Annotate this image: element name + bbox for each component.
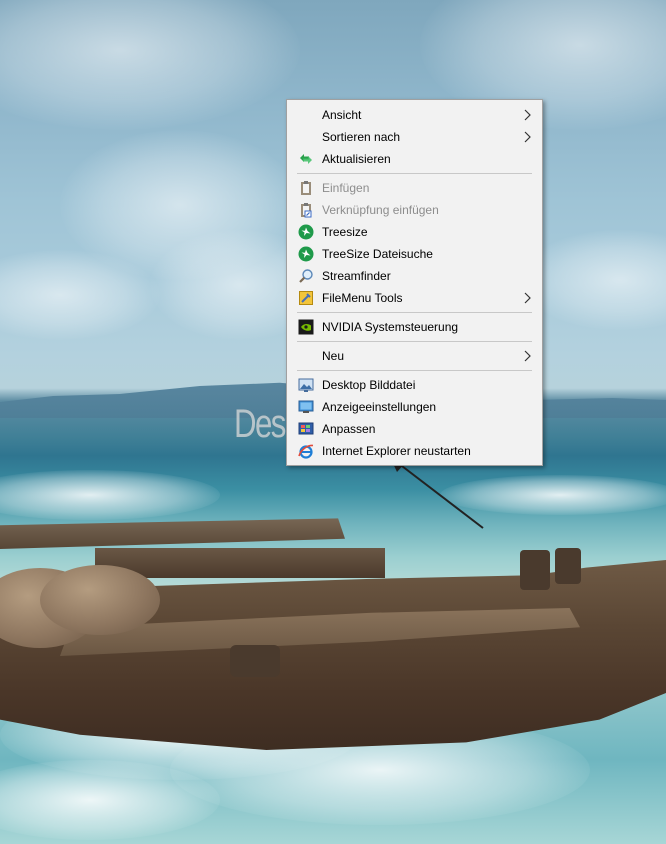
menu-item-anpassen[interactable]: Anpassen [289, 418, 540, 440]
menu-item-label: Sortieren nach [322, 130, 401, 144]
desktop-context-menu: Ansicht Sortieren nach Aktualisieren Ein… [286, 99, 543, 466]
menu-item-desktop-bilddatei[interactable]: Desktop Bilddatei [289, 374, 540, 396]
menu-item-label: Anzeigeeinstellungen [322, 400, 437, 414]
menu-separator [297, 370, 532, 371]
chevron-right-icon [524, 109, 531, 121]
personalize-icon [298, 421, 314, 437]
treesize-search-icon [298, 246, 314, 262]
menu-item-anzeigeeinstellungen[interactable]: Anzeigeeinstellungen [289, 396, 540, 418]
chevron-right-icon [524, 350, 531, 362]
menu-item-filemenu-tools[interactable]: FileMenu Tools [289, 287, 540, 309]
menu-item-label: Verknüpfung einfügen [322, 203, 439, 217]
menu-item-einfuegen[interactable]: Einfügen [289, 177, 540, 199]
menu-separator [297, 312, 532, 313]
paste-icon [298, 180, 314, 196]
menu-item-sortieren-nach[interactable]: Sortieren nach [289, 126, 540, 148]
menu-item-neu[interactable]: Neu [289, 345, 540, 367]
magnifier-icon [298, 268, 314, 284]
chevron-right-icon [524, 292, 531, 304]
paste-shortcut-icon [298, 202, 314, 218]
menu-item-treesize[interactable]: Treesize [289, 221, 540, 243]
menu-item-internet-explorer-neustarten[interactable]: Internet Explorer neustarten [289, 440, 540, 462]
menu-item-label: Anpassen [322, 422, 376, 436]
boat-sack [40, 565, 160, 635]
boat-post [230, 645, 280, 677]
menu-separator [297, 173, 532, 174]
menu-item-label: Neu [322, 349, 345, 363]
menu-item-ansicht[interactable]: Ansicht [289, 104, 540, 126]
refresh-icon [298, 151, 314, 167]
internet-explorer-icon [298, 443, 314, 459]
menu-item-label: Internet Explorer neustarten [322, 444, 471, 458]
boat-post [520, 550, 550, 590]
menu-item-nvidia-systemsteuerung[interactable]: NVIDIA Systemsteuerung [289, 316, 540, 338]
cloud [0, 0, 300, 130]
chevron-right-icon [524, 131, 531, 143]
desktop-image-icon [298, 377, 314, 393]
sea-foam [0, 470, 220, 520]
filemenu-tools-icon [298, 290, 314, 306]
nvidia-icon [298, 319, 314, 335]
menu-item-label: NVIDIA Systemsteuerung [322, 320, 459, 334]
menu-item-verknuepfung-einfuegen[interactable]: Verknüpfung einfügen [289, 199, 540, 221]
menu-item-label: Einfügen [322, 181, 370, 195]
menu-separator [297, 341, 532, 342]
menu-item-label: Aktualisieren [322, 152, 391, 166]
menu-item-label: Desktop Bilddatei [322, 378, 416, 392]
menu-item-aktualisieren[interactable]: Aktualisieren [289, 148, 540, 170]
menu-item-label: TreeSize Dateisuche [322, 247, 433, 261]
treesize-icon [298, 224, 314, 240]
boat-post [555, 548, 581, 584]
menu-item-label: Streamfinder [322, 269, 391, 283]
display-settings-icon [298, 399, 314, 415]
menu-item-label: FileMenu Tools [322, 291, 403, 305]
desktop-background[interactable]: Deskmodder.de Ansicht Sortieren nach Akt… [0, 0, 666, 844]
menu-item-label: Ansicht [322, 108, 362, 122]
menu-item-treesize-dateisuche[interactable]: TreeSize Dateisuche [289, 243, 540, 265]
menu-item-streamfinder[interactable]: Streamfinder [289, 265, 540, 287]
boat-rail [0, 518, 345, 549]
menu-item-label: Treesize [322, 225, 368, 239]
